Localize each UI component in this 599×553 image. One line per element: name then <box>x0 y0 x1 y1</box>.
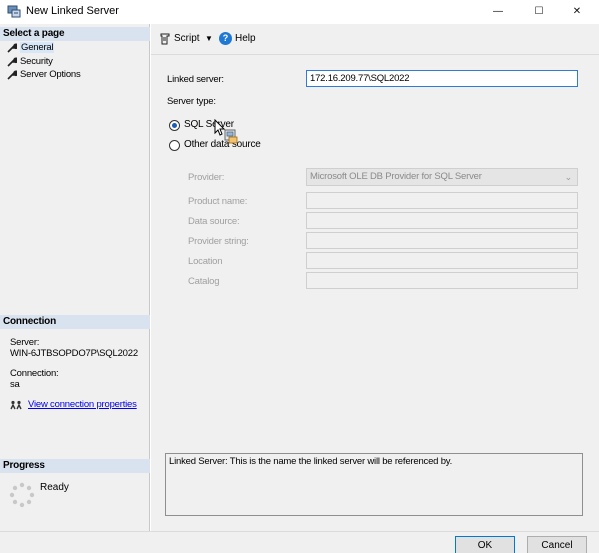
server-label: Server: <box>10 337 40 348</box>
connection-label: Connection: <box>10 368 59 379</box>
wrench-icon <box>7 57 17 67</box>
mouse-cursor-icon <box>214 119 238 144</box>
window-title: New Linked Server <box>26 5 119 17</box>
data-source-label: Data source: <box>188 216 240 227</box>
provider-select-value: Microsoft OLE DB Provider for SQL Server <box>310 171 482 182</box>
connection-properties-icon <box>10 400 22 410</box>
linked-server-input[interactable]: 172.16.209.77\SQL2022 <box>306 70 578 87</box>
product-name-input <box>306 192 578 209</box>
sql-server-radio[interactable] <box>169 120 180 131</box>
script-dropdown-caret-icon[interactable]: ▼ <box>205 34 213 43</box>
location-label: Location <box>188 256 223 267</box>
left-pane: Select a page General Security Server Op… <box>0 24 150 531</box>
toolbar-divider <box>151 54 599 55</box>
page-item-label: Server Options <box>20 69 81 80</box>
progress-spinner-icon <box>9 482 35 508</box>
linked-server-app-icon <box>7 5 21 18</box>
script-button[interactable]: Script <box>174 33 200 44</box>
page-item-label: General <box>20 42 55 53</box>
catalog-input <box>306 272 578 289</box>
select-page-header: Select a page <box>0 27 150 41</box>
server-type-label: Server type: <box>167 96 216 107</box>
connection-value: sa <box>10 379 20 390</box>
catalog-label: Catalog <box>188 276 220 287</box>
server-value: WIN-6JTBSOPDO7P\SQL2022 <box>10 348 138 359</box>
linked-server-label: Linked server: <box>167 74 224 85</box>
ok-button[interactable]: OK <box>455 536 515 553</box>
progress-header: Progress <box>0 459 150 473</box>
location-input <box>306 252 578 269</box>
wrench-icon <box>7 70 17 80</box>
provider-string-input <box>306 232 578 249</box>
view-connection-properties-link[interactable]: View connection properties <box>28 399 137 410</box>
cancel-button[interactable]: Cancel <box>527 536 587 553</box>
provider-select: Microsoft OLE DB Provider for SQL Server… <box>306 168 578 186</box>
data-source-input <box>306 212 578 229</box>
help-icon[interactable]: ? <box>219 32 232 45</box>
other-data-source-radio[interactable] <box>169 140 180 151</box>
description-box: Linked Server: This is the name the link… <box>165 453 583 516</box>
connection-header: Connection <box>0 315 150 329</box>
page-item-security[interactable]: Security <box>7 55 53 68</box>
provider-label: Provider: <box>188 172 225 183</box>
minimize-button[interactable]: — <box>476 0 520 23</box>
provider-string-label: Provider string: <box>188 236 249 247</box>
title-bar: New Linked Server — ☐ ✕ <box>0 0 599 23</box>
progress-status: Ready <box>40 482 69 493</box>
wrench-icon <box>7 43 17 53</box>
chevron-down-icon: ⌄ <box>564 172 573 182</box>
page-item-general[interactable]: General <box>7 41 55 54</box>
help-button[interactable]: Help <box>235 33 256 44</box>
close-button[interactable]: ✕ <box>555 0 599 23</box>
script-icon <box>160 33 170 45</box>
product-name-label: Product name: <box>188 196 248 207</box>
toolbar: Script ▼ ? Help <box>151 24 599 54</box>
page-item-server-options[interactable]: Server Options <box>7 68 81 81</box>
page-item-label: Security <box>20 56 53 67</box>
